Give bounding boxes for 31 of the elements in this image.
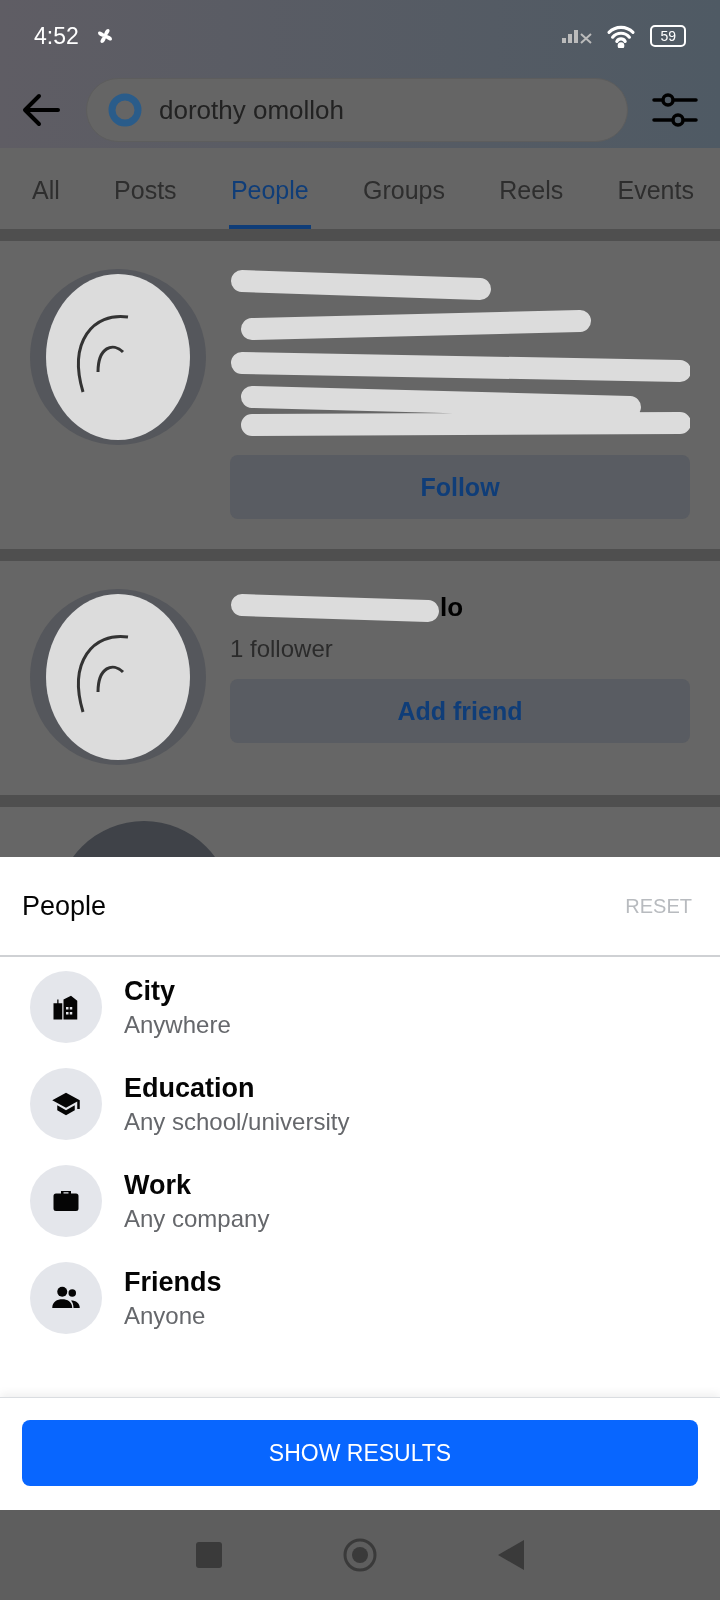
tab[interactable]: Posts (112, 158, 179, 229)
tab[interactable]: Groups (361, 158, 447, 229)
filter-value: Anywhere (124, 1010, 231, 1039)
filter-value: Anyone (124, 1301, 207, 1330)
wifi-icon (606, 24, 637, 48)
follower-count: 1 follower (230, 635, 334, 663)
filter-value: Any school/university (124, 1107, 350, 1136)
filter-value: Any company (124, 1204, 270, 1233)
signal-icon (561, 28, 593, 44)
reset-button[interactable]: RESET (619, 893, 698, 919)
profile-action-button[interactable]: Follow (230, 455, 690, 519)
tab[interactable]: Reels (497, 158, 566, 229)
tab[interactable]: Events (615, 158, 696, 229)
search-field[interactable]: dorothy omolloh (86, 78, 628, 142)
search-query: dorothy omolloh (159, 94, 344, 126)
home-circle-nav-icon[interactable] (342, 1537, 378, 1573)
status-time: 4:52 (34, 22, 79, 50)
back-triangle-nav-icon[interactable] (498, 1540, 524, 1570)
filter-label[interactable]: Education (124, 1072, 350, 1104)
battery-level: 59 (650, 25, 686, 47)
filter-label[interactable]: Work (124, 1169, 270, 1201)
filter-label[interactable]: City (124, 975, 231, 1007)
back-arrow-icon[interactable] (22, 93, 62, 127)
profile-name: lo (440, 591, 464, 623)
tab[interactable]: All (30, 158, 62, 229)
profile-action-button[interactable]: Add friend (230, 679, 690, 743)
sheet-title: People (22, 890, 107, 922)
ring-logo-icon (107, 92, 143, 128)
show-results-button[interactable]: SHOW RESULTS (22, 1420, 698, 1486)
filter-sliders-icon[interactable] (652, 92, 698, 128)
filter-label[interactable]: Friends (124, 1266, 222, 1298)
